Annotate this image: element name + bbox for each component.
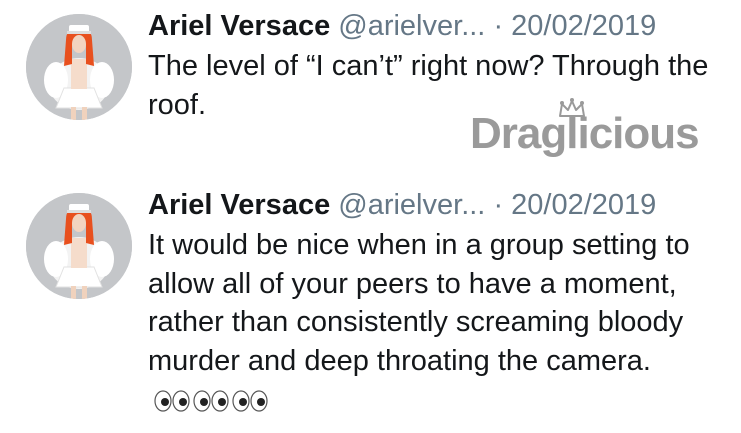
meta-separator: ·	[493, 10, 504, 42]
tweet-content: Ariel Versace @arielver... · 20/02/2019 …	[148, 185, 721, 423]
author-handle[interactable]: @arielver...	[338, 10, 485, 42]
watermark-text: Draglicious	[470, 109, 699, 158]
tweet-date[interactable]: 20/02/2019	[511, 189, 656, 221]
eyes-icon	[232, 390, 268, 412]
watermark: Draglicious	[468, 96, 728, 166]
avatar-image	[26, 14, 132, 120]
emoji-row	[154, 384, 271, 423]
eyes-icon	[193, 390, 229, 412]
tweet[interactable]: Ariel Versace @arielver... · 20/02/2019 …	[0, 185, 741, 433]
author-name[interactable]: Ariel Versace	[148, 189, 330, 221]
tweet-text-block: It would be nice when in a group setting…	[148, 226, 721, 423]
tweet-header: Ariel Versace @arielver... · 20/02/2019	[148, 185, 721, 225]
avatar-image	[26, 193, 132, 299]
avatar[interactable]	[26, 193, 132, 299]
tweet-date[interactable]: 20/02/2019	[511, 10, 656, 42]
watermark-logo: Draglicious	[470, 98, 700, 158]
tweet-text: It would be nice when in a group setting…	[148, 229, 690, 377]
author-handle[interactable]: @arielver...	[338, 189, 485, 221]
meta-separator: ·	[493, 189, 504, 221]
author-name[interactable]: Ariel Versace	[148, 10, 330, 42]
avatar[interactable]	[26, 14, 132, 120]
tweet-header: Ariel Versace @arielver... · 20/02/2019	[148, 6, 721, 46]
eyes-icon	[154, 390, 190, 412]
